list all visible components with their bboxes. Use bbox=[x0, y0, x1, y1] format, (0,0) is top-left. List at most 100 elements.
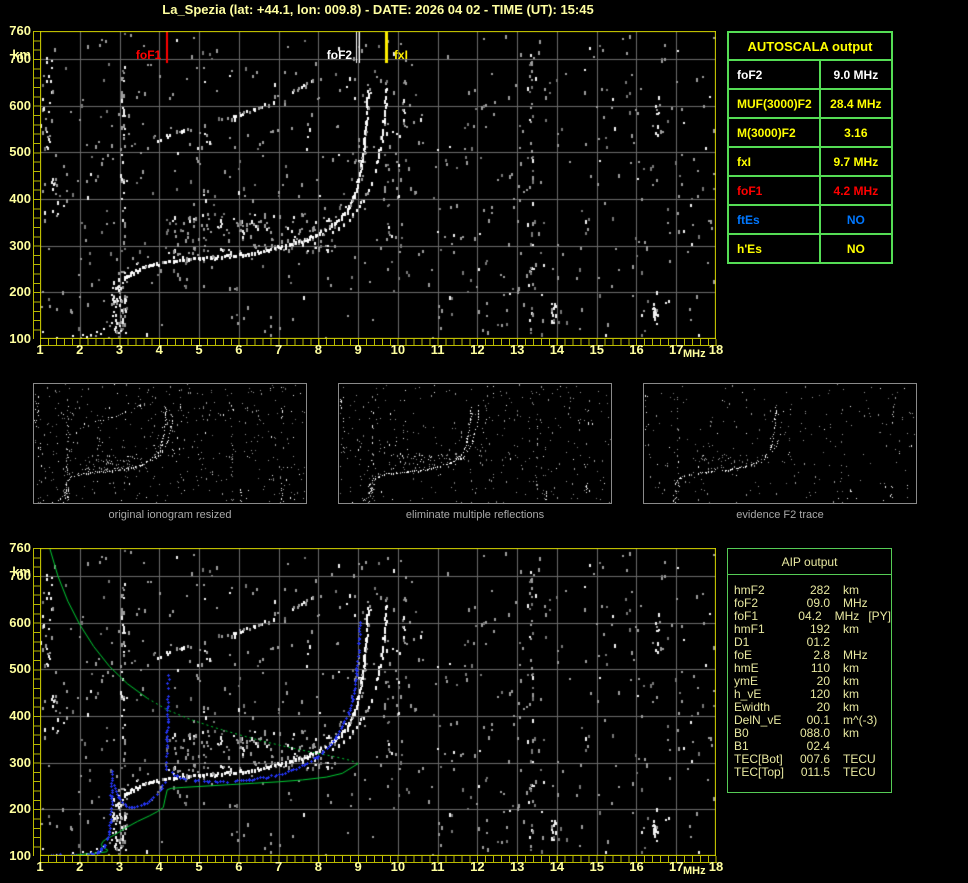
parameter-name: M(3000)F2 bbox=[727, 117, 821, 148]
parameter-name: foF1 bbox=[727, 175, 821, 206]
y-tick-label: 760 bbox=[9, 23, 31, 38]
y-axis-unit: km bbox=[12, 564, 31, 579]
thumbnail-caption: eliminate multiple reflections bbox=[405, 509, 545, 521]
top-ionogram-canvas bbox=[40, 31, 716, 339]
x-tick-label: 13 bbox=[509, 859, 525, 874]
parameter-value: NO bbox=[818, 204, 894, 235]
autoscala-row-muf3000f2: MUF(3000)F2 28.4 MHz bbox=[727, 88, 894, 119]
thumbnail-caption: original ionogram resized bbox=[108, 509, 232, 521]
aip-unit: TECU bbox=[843, 765, 876, 779]
parameter-value: 4.2 MHz bbox=[818, 175, 894, 206]
x-tick-label: 8 bbox=[314, 859, 322, 874]
aip-name: TEC[Top] bbox=[734, 765, 785, 779]
autoscala-table-title: AUTOSCALA output bbox=[727, 31, 893, 61]
x-tick-label: 6 bbox=[235, 342, 243, 357]
x-tick-label: 1 bbox=[36, 859, 44, 874]
y-tick-label: 400 bbox=[9, 708, 31, 723]
y-tick-label: 200 bbox=[9, 284, 31, 300]
x-tick-label: 13 bbox=[509, 342, 525, 357]
aip-table-header: AIP output bbox=[728, 549, 891, 575]
x-tick-label: 15 bbox=[589, 342, 604, 357]
autoscala-table: AUTOSCALA output foF2 9.0 MHz MUF(3000)F2 28… bbox=[727, 31, 894, 264]
thumbnail-evidence-f2-trace bbox=[643, 383, 917, 504]
top-x-axis-ruler bbox=[40, 339, 717, 346]
parameter-name: h'Es bbox=[727, 233, 821, 264]
x-tick-label: 7 bbox=[274, 342, 283, 357]
parameter-value: 9.7 MHz bbox=[818, 146, 894, 177]
x-tick-label: 3 bbox=[115, 342, 124, 357]
x-tick-label: 8 bbox=[314, 342, 322, 357]
x-tick-label: 3 bbox=[115, 859, 124, 874]
marker-label-fof2: foF2 bbox=[326, 48, 353, 62]
parameter-value: 28.4 MHz bbox=[818, 88, 894, 119]
x-tick-label: 14 bbox=[549, 859, 565, 874]
x-tick-label: 4 bbox=[155, 342, 163, 357]
y-tick-label: 600 bbox=[9, 97, 31, 113]
aip-value: 011.5 bbox=[800, 765, 830, 779]
parameter-name: MUF(3000)F2 bbox=[727, 88, 821, 119]
y-tick-label: 400 bbox=[9, 191, 31, 206]
x-tick-label: 5 bbox=[195, 859, 203, 874]
thumbnail-caption: evidence F2 trace bbox=[736, 509, 824, 521]
thumbnail-original-ionogram bbox=[33, 383, 307, 504]
marker-label-fof1: foF1 bbox=[135, 48, 162, 62]
aip-table: AIP output hmF2 282 km foF2 09.0 MHz foF1 04.2 M… bbox=[727, 548, 892, 793]
y-tick-label: 760 bbox=[9, 540, 31, 555]
thumb2-canvas bbox=[339, 384, 611, 503]
thumb1-canvas bbox=[34, 384, 306, 503]
x-tick-label: 5 bbox=[195, 342, 203, 357]
parameter-name: fxI bbox=[727, 146, 821, 177]
parameter-name: ftEs bbox=[727, 204, 821, 235]
marker-label-fxi: fxI bbox=[393, 48, 408, 62]
parameter-value: 3.16 bbox=[818, 117, 894, 148]
autoscala-row-fof2: foF2 9.0 MHz bbox=[727, 59, 894, 90]
top-y-axis-ruler bbox=[33, 31, 40, 339]
x-tick-label: 16 bbox=[629, 859, 644, 874]
x-tick-label: 7 bbox=[274, 859, 283, 874]
x-tick-label: 10 bbox=[390, 342, 406, 357]
x-tick-label: 4 bbox=[155, 859, 163, 874]
y-tick-label: 300 bbox=[9, 237, 31, 253]
x-tick-label: 1 bbox=[36, 342, 44, 357]
x-axis-unit: MHz bbox=[683, 865, 706, 877]
x-tick-label: 12 bbox=[470, 859, 485, 874]
x-tick-label: 6 bbox=[235, 859, 243, 874]
autoscala-row-hes: h'Es NO bbox=[727, 233, 894, 264]
x-tick-label: 2 bbox=[76, 342, 84, 357]
parameter-value: 9.0 MHz bbox=[818, 59, 894, 90]
x-tick-label: 11 bbox=[430, 859, 445, 874]
x-tick-label: 16 bbox=[629, 342, 644, 357]
aip-row-tectop: TEC[Top] 011.5 TECU bbox=[734, 766, 891, 779]
x-tick-label: 12 bbox=[470, 342, 485, 357]
x-tick-label: 18 bbox=[708, 342, 724, 357]
x-axis-unit: MHz bbox=[683, 348, 706, 360]
bottom-y-axis-ruler bbox=[33, 548, 40, 856]
x-tick-label: 2 bbox=[76, 859, 84, 874]
aip-unit: km bbox=[843, 726, 859, 740]
bottom-x-axis-ruler bbox=[40, 856, 717, 863]
y-tick-label: 500 bbox=[9, 661, 31, 677]
autoscala-row-fxi: fxI 9.7 MHz bbox=[727, 146, 894, 177]
x-tick-label: 15 bbox=[589, 859, 604, 874]
parameter-value: NO bbox=[818, 233, 894, 264]
aip-unit: km bbox=[843, 622, 859, 636]
y-tick-label: 100 bbox=[9, 848, 31, 863]
autoscala-row-m3000f2: M(3000)F2 3.16 bbox=[727, 117, 894, 148]
y-tick-label: 200 bbox=[9, 801, 31, 817]
aip-extra: [PY] bbox=[868, 609, 891, 623]
x-tick-label: 9 bbox=[354, 859, 362, 874]
parameter-name: foF2 bbox=[727, 59, 821, 90]
y-tick-label: 500 bbox=[9, 144, 31, 160]
autoscala-screen: La_Spezia (lat: +44.1, lon: 009.8) - DAT… bbox=[0, 0, 968, 883]
x-tick-label: 18 bbox=[708, 859, 724, 874]
thumbnail-eliminate-reflections bbox=[338, 383, 612, 504]
x-tick-label: 11 bbox=[430, 342, 445, 357]
autoscala-row-fof1: foF1 4.2 MHz bbox=[727, 175, 894, 206]
y-tick-label: 300 bbox=[9, 754, 31, 770]
x-tick-label: 10 bbox=[390, 859, 406, 874]
y-axis-unit: km bbox=[12, 47, 31, 62]
y-tick-label: 100 bbox=[9, 331, 31, 346]
x-tick-label: 14 bbox=[549, 342, 565, 357]
page-title: La_Spezia (lat: +44.1, lon: 009.8) - DAT… bbox=[162, 2, 594, 17]
autoscala-row-ftes: ftEs NO bbox=[727, 204, 894, 235]
